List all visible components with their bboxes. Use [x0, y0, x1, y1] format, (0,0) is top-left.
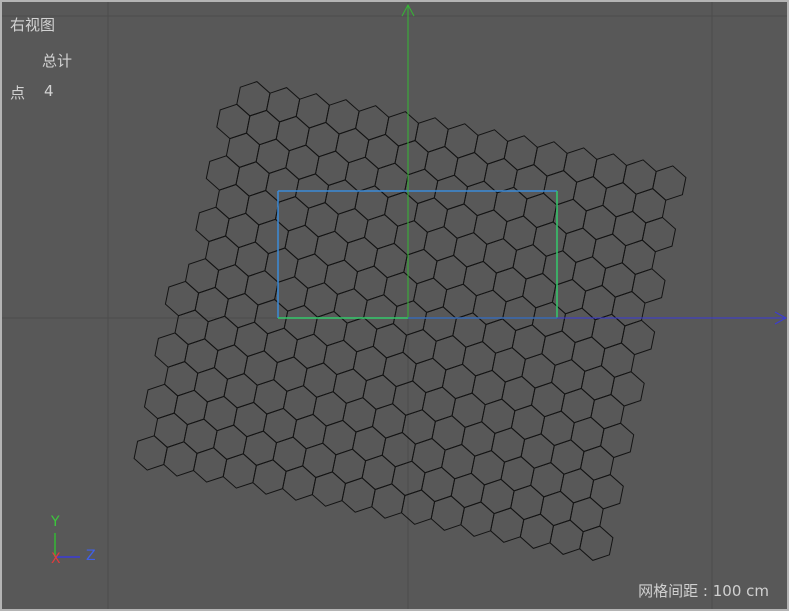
hexagon-cell — [631, 268, 666, 304]
hexagon-cell — [371, 483, 406, 519]
stats-header: 总计 — [42, 52, 73, 70]
stats-points-label: 点 — [10, 84, 26, 102]
hexagon-cell — [519, 513, 555, 549]
hexagon-cell — [133, 435, 168, 471]
hexagon-cell — [282, 465, 317, 501]
view-title: 右视图 — [10, 16, 56, 34]
axis-z-label: Z — [86, 548, 96, 564]
hexagon-cell — [192, 447, 228, 483]
hexagon-cell — [589, 474, 624, 510]
hexagon-cell — [641, 216, 677, 253]
hexagon-cell — [490, 507, 525, 543]
grid-spacing-label: 网格间距 : 100 cm — [638, 582, 769, 600]
axis-y-label: Y — [51, 514, 60, 530]
hexagon-cell — [163, 441, 198, 477]
viewport-canvas[interactable] — [2, 2, 787, 609]
axis-x-label: X — [51, 551, 61, 567]
hexagon-cell — [252, 459, 287, 495]
hexagon-cell — [652, 165, 687, 201]
hexagon-mesh — [133, 81, 687, 561]
viewport-right-view[interactable]: 右视图 总计 点 4 网格间距 : 100 cm Y X Z — [0, 0, 789, 611]
hexagon-cell — [311, 471, 347, 507]
hexagon-cell — [579, 525, 614, 561]
hexagon-cell — [610, 371, 645, 407]
hexagon-cell — [400, 489, 436, 525]
hexagon-cell — [620, 319, 656, 356]
hexagon-cell — [341, 477, 376, 513]
stats-points-value: 4 — [44, 82, 54, 100]
hexagon-cell — [430, 495, 465, 531]
grid-lines — [2, 2, 787, 609]
world-axes — [401, 3, 787, 325]
hexagon-cell — [460, 501, 495, 537]
hexagon-cell — [222, 453, 257, 489]
hexagon-cell — [549, 519, 584, 555]
hexagon-cell — [600, 422, 635, 459]
